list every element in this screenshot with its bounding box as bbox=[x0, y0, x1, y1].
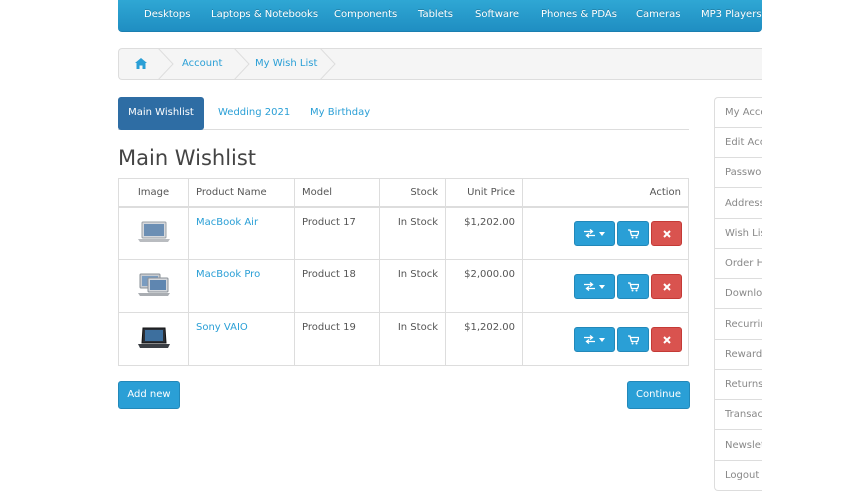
sidebar-item-returns[interactable]: Returns bbox=[715, 370, 762, 400]
product-stock: In Stock bbox=[379, 206, 446, 260]
product-image-cell bbox=[118, 312, 189, 366]
remove-button[interactable] bbox=[651, 326, 682, 352]
menu-item-components[interactable]: Components bbox=[334, 9, 397, 20]
header-product-name: Product Name bbox=[188, 178, 295, 208]
add-new-button[interactable]: Add new bbox=[118, 381, 180, 409]
product-thumbnail[interactable] bbox=[136, 326, 172, 350]
product-thumbnail[interactable] bbox=[136, 220, 172, 244]
header-action: Action bbox=[522, 178, 689, 208]
product-model: Product 18 bbox=[294, 259, 380, 313]
close-icon bbox=[662, 282, 671, 291]
cart-icon bbox=[627, 281, 640, 291]
menu-item-software[interactable]: Software bbox=[475, 9, 519, 20]
cart-icon bbox=[627, 334, 640, 344]
compare-dropdown-button[interactable] bbox=[574, 273, 615, 299]
tab-wedding-2021[interactable]: Wedding 2021 bbox=[206, 97, 302, 130]
remove-button[interactable] bbox=[651, 273, 682, 299]
menu-item-laptops[interactable]: Laptops & Notebooks bbox=[211, 9, 318, 20]
account-sidebar: My Acco Edit Acco Passwor Address Wish L… bbox=[714, 97, 762, 491]
breadcrumb-item-account[interactable]: Account bbox=[182, 58, 222, 69]
close-icon bbox=[662, 335, 671, 344]
product-image-cell bbox=[118, 259, 189, 313]
menu-item-phones[interactable]: Phones & PDAs bbox=[541, 9, 617, 20]
table-row: Sony VAIO Product 19 In Stock $1,202.00 bbox=[118, 312, 689, 366]
caret-down-icon bbox=[598, 231, 605, 236]
sidebar-item-transactions[interactable]: Transact bbox=[715, 400, 762, 430]
remove-button[interactable] bbox=[651, 220, 682, 246]
product-stock: In Stock bbox=[379, 259, 446, 313]
product-model: Product 19 bbox=[294, 312, 380, 366]
sidebar-item-password[interactable]: Passwor bbox=[715, 158, 762, 188]
product-link[interactable]: MacBook Pro bbox=[196, 269, 260, 280]
sidebar-item-address-book[interactable]: Address bbox=[715, 189, 762, 219]
product-price: $2,000.00 bbox=[445, 259, 523, 313]
tab-my-birthday[interactable]: My Birthday bbox=[298, 97, 382, 130]
sidebar-item-my-account[interactable]: My Acco bbox=[715, 98, 762, 128]
add-to-cart-button[interactable] bbox=[617, 220, 649, 246]
header-image: Image bbox=[118, 178, 189, 208]
caret-down-icon bbox=[598, 337, 605, 342]
tab-main-wishlist[interactable]: Main Wishlist bbox=[118, 97, 204, 130]
tabs-divider bbox=[118, 129, 689, 130]
product-stock: In Stock bbox=[379, 312, 446, 366]
product-link[interactable]: Sony VAIO bbox=[196, 322, 248, 333]
caret-down-icon bbox=[598, 284, 605, 289]
home-icon[interactable] bbox=[135, 58, 147, 72]
sidebar-item-recurring[interactable]: Recurrin bbox=[715, 310, 762, 340]
cart-icon bbox=[627, 229, 640, 239]
sidebar-item-edit-account[interactable]: Edit Acco bbox=[715, 128, 762, 158]
page-title: Main Wishlist bbox=[118, 146, 257, 170]
product-model: Product 17 bbox=[294, 206, 380, 260]
compare-dropdown-button[interactable] bbox=[574, 326, 615, 352]
product-image-cell bbox=[118, 206, 189, 260]
table-row: MacBook Air Product 17 In Stock $1,202.0… bbox=[118, 206, 689, 260]
close-icon bbox=[662, 230, 671, 238]
header-model: Model bbox=[294, 178, 380, 208]
header-unit-price: Unit Price bbox=[445, 178, 523, 208]
add-to-cart-button[interactable] bbox=[617, 273, 649, 299]
continue-button[interactable]: Continue bbox=[627, 381, 690, 409]
menu-item-tablets[interactable]: Tablets bbox=[418, 9, 453, 20]
product-price: $1,202.00 bbox=[445, 312, 523, 366]
wishlist-table: Image Product Name Model Stock Unit Pric… bbox=[118, 178, 689, 366]
breadcrumb-separator-icon bbox=[320, 49, 336, 79]
sidebar-item-reward-points[interactable]: Reward bbox=[715, 340, 762, 370]
product-price: $1,202.00 bbox=[445, 206, 523, 260]
product-link[interactable]: MacBook Air bbox=[196, 217, 258, 228]
sidebar-item-downloads[interactable]: Downloa bbox=[715, 279, 762, 309]
menu-item-mp3[interactable]: MP3 Players bbox=[701, 9, 762, 20]
table-header-row: Image Product Name Model Stock Unit Pric… bbox=[118, 178, 689, 208]
exchange-icon bbox=[584, 281, 596, 292]
compare-dropdown-button[interactable] bbox=[574, 220, 615, 246]
sidebar-item-newsletter[interactable]: Newslet bbox=[715, 431, 762, 461]
exchange-icon bbox=[584, 229, 596, 239]
product-thumbnail[interactable] bbox=[136, 273, 172, 297]
table-row: MacBook Pro Product 18 In Stock $2,000.0… bbox=[118, 259, 689, 313]
top-menu: Desktops Laptops & Notebooks Components … bbox=[118, 0, 762, 32]
exchange-icon bbox=[584, 334, 596, 345]
add-to-cart-button[interactable] bbox=[617, 326, 649, 352]
menu-item-desktops[interactable]: Desktops bbox=[144, 9, 190, 20]
breadcrumb-item-wishlist[interactable]: My Wish List bbox=[255, 58, 317, 69]
sidebar-item-wish-list[interactable]: Wish Lis bbox=[715, 219, 762, 249]
sidebar-item-order-history[interactable]: Order H bbox=[715, 249, 762, 279]
menu-item-cameras[interactable]: Cameras bbox=[636, 9, 680, 20]
header-stock: Stock bbox=[379, 178, 446, 208]
sidebar-item-logout[interactable]: Logout bbox=[715, 461, 762, 490]
breadcrumb: Account My Wish List bbox=[118, 48, 762, 80]
